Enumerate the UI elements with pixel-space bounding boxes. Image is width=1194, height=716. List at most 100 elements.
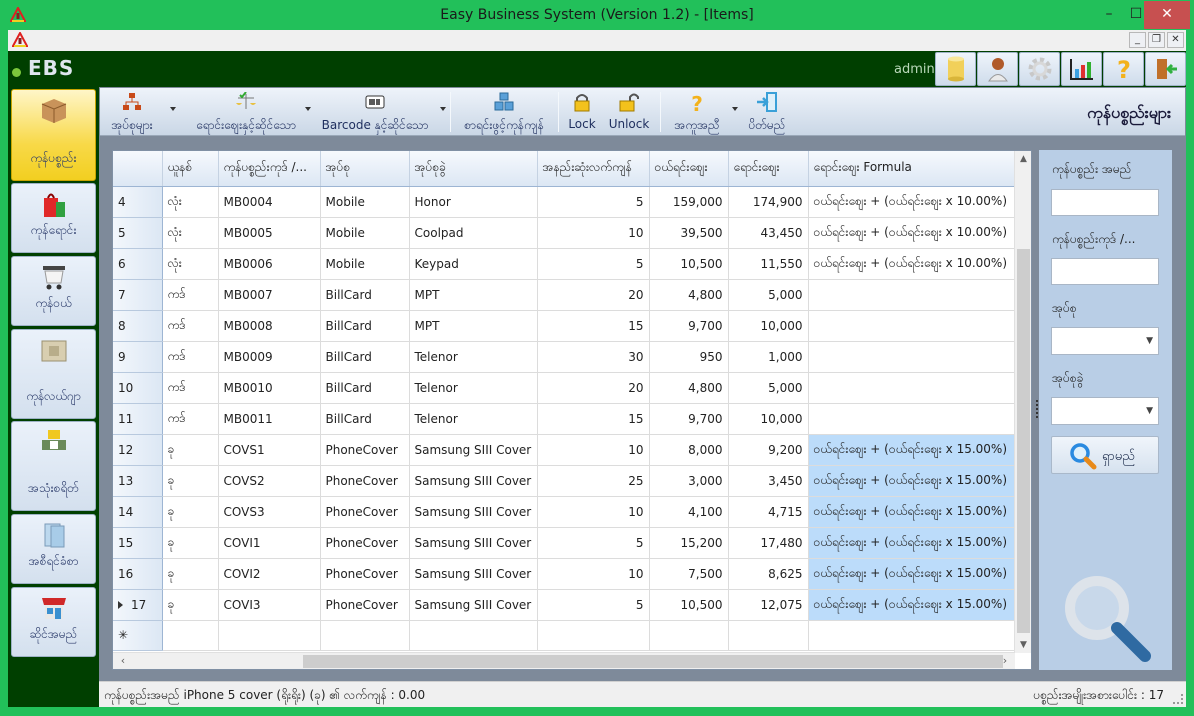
cell-min-stock[interactable]: 10	[537, 496, 650, 528]
cell-group[interactable]: BillCard	[320, 341, 410, 373]
cell-price-formula[interactable]: ဝယ်ရင်းဈေး + (ဝယ်ရင်းဈေး x 15.00%)	[808, 465, 1020, 497]
exit-button[interactable]	[1145, 52, 1186, 86]
table-row[interactable]: 4 လုံး MB0004 Mobile Honor 5 159,000 174,900 ဝယ်…	[113, 186, 1020, 218]
new-row-cell[interactable]	[409, 620, 538, 651]
cell-unit[interactable]: ကဒ်	[162, 279, 219, 311]
cell-sale-price[interactable]: 4,715	[728, 496, 809, 528]
vertical-scroll-thumb[interactable]	[1017, 249, 1030, 633]
cell-subgroup[interactable]: Samsung SIII Cover	[409, 589, 538, 621]
barcode-dropdown-arrow[interactable]	[440, 107, 446, 111]
nav-item-ledger[interactable]: ကုန်လယ်ဂျာ	[11, 329, 96, 419]
scroll-right-arrow[interactable]: ›	[997, 653, 1013, 669]
cell-group[interactable]: PhoneCover	[320, 527, 410, 559]
table-row[interactable]: 6 လုံး MB0006 Mobile Keypad 5 10,500 11,550 ဝယ်ရ…	[113, 248, 1020, 280]
help-dropdown-arrow[interactable]	[732, 107, 738, 111]
cell-min-stock[interactable]: 5	[537, 527, 650, 559]
table-row[interactable]: 16 ခု COVI2 PhoneCover Samsung SIII Cover 10 7…	[113, 558, 1020, 590]
database-button[interactable]	[935, 52, 976, 86]
cell-sale-price[interactable]: 17,480	[728, 527, 809, 559]
new-row-marker[interactable]: ✳	[113, 620, 163, 651]
cell-sale-price[interactable]: 8,625	[728, 558, 809, 590]
cell-cost-price[interactable]: 4,100	[649, 496, 729, 528]
pricing-button[interactable]: ရောင်းဈေးနှင့်ဆိုင်သော	[182, 90, 310, 134]
cell-min-stock[interactable]: 10	[537, 217, 650, 249]
cell-subgroup[interactable]: MPT	[409, 279, 538, 311]
cell-price-formula[interactable]	[808, 310, 1020, 342]
categories-button[interactable]: အုပ်စုများ	[102, 90, 162, 134]
cell-subgroup[interactable]: Telenor	[409, 403, 538, 435]
new-row-cell[interactable]	[162, 620, 219, 651]
resize-grip[interactable]	[1173, 694, 1183, 704]
cell-group[interactable]: Mobile	[320, 217, 410, 249]
categories-dropdown-arrow[interactable]	[170, 107, 176, 111]
cell-min-stock[interactable]: 5	[537, 589, 650, 621]
cell-sale-price[interactable]: 3,450	[728, 465, 809, 497]
cell-sale-price[interactable]: 10,000	[728, 403, 809, 435]
cell-code[interactable]: COVI3	[218, 589, 321, 621]
cell-cost-price[interactable]: 4,800	[649, 279, 729, 311]
cell-code[interactable]: COVI2	[218, 558, 321, 590]
settings-button[interactable]	[1019, 52, 1060, 86]
cell-subgroup[interactable]: Honor	[409, 186, 538, 218]
row-header[interactable]: 7	[113, 279, 163, 311]
row-header[interactable]: 6	[113, 248, 163, 280]
pricing-dropdown-arrow[interactable]	[305, 107, 311, 111]
table-row[interactable]: 15 ခု COVI1 PhoneCover Samsung SIII Cover 5 15…	[113, 527, 1020, 559]
new-row[interactable]: ✳	[113, 620, 1020, 651]
table-row[interactable]: 17 ခု COVI3 PhoneCover Samsung SIII Cover 5 10…	[113, 589, 1020, 621]
cell-subgroup[interactable]: Samsung SIII Cover	[409, 496, 538, 528]
cell-min-stock[interactable]: 15	[537, 403, 650, 435]
row-header[interactable]: 14	[113, 496, 163, 528]
cell-cost-price[interactable]: 3,000	[649, 465, 729, 497]
cell-sale-price[interactable]: 10,000	[728, 310, 809, 342]
cell-price-formula[interactable]	[808, 341, 1020, 373]
cell-code[interactable]: COVS1	[218, 434, 321, 466]
cell-group[interactable]: PhoneCover	[320, 558, 410, 590]
cell-sale-price[interactable]: 12,075	[728, 589, 809, 621]
column-header-price-formula[interactable]: ရောင်းဈေး Formula	[808, 151, 1020, 187]
table-row[interactable]: 5 လုံး MB0005 Mobile Coolpad 10 39,500 43,450 ဝယ…	[113, 217, 1020, 249]
column-header-min-stock[interactable]: အနည်းဆုံးလက်ကျန်	[537, 151, 650, 187]
cell-sale-price[interactable]: 174,900	[728, 186, 809, 218]
cell-sale-price[interactable]: 5,000	[728, 372, 809, 404]
new-row-cell[interactable]	[649, 620, 729, 651]
nav-item-reports[interactable]: အစီရင်ခံစာ	[11, 514, 96, 584]
scroll-up-arrow[interactable]: ▲	[1015, 151, 1031, 167]
table-row[interactable]: 8 ကဒ် MB0008 BillCard MPT 15 9,700 10,000	[113, 310, 1020, 342]
name-search-input[interactable]	[1051, 189, 1159, 216]
cell-price-formula[interactable]: ဝယ်ရင်းဈေး + (ဝယ်ရင်းဈေး x 15.00%)	[808, 589, 1020, 621]
cell-price-formula[interactable]	[808, 403, 1020, 435]
scroll-left-arrow[interactable]: ‹	[115, 653, 131, 669]
table-row[interactable]: 10 ကဒ် MB0010 BillCard Telenor 20 4,800 5,000	[113, 372, 1020, 404]
lock-button[interactable]: Lock	[562, 90, 602, 134]
cell-group[interactable]: PhoneCover	[320, 589, 410, 621]
cell-subgroup[interactable]: Keypad	[409, 248, 538, 280]
barcode-button[interactable]: Barcode နှင့်ဆိုင်သော	[316, 90, 434, 134]
cell-code[interactable]: COVS3	[218, 496, 321, 528]
cell-min-stock[interactable]: 5	[537, 248, 650, 280]
cell-price-formula[interactable]: ဝယ်ရင်းဈေး + (ဝယ်ရင်းဈေး x 15.00%)	[808, 527, 1020, 559]
cell-price-formula[interactable]	[808, 372, 1020, 404]
cell-min-stock[interactable]: 10	[537, 558, 650, 590]
mdi-close-button[interactable]: ✕	[1167, 32, 1184, 48]
cell-unit[interactable]: ခု	[162, 527, 219, 559]
row-header[interactable]: 4	[113, 186, 163, 218]
cell-unit[interactable]: ခု	[162, 496, 219, 528]
window-close-button[interactable]: ✕	[1144, 1, 1190, 29]
cell-group[interactable]: BillCard	[320, 372, 410, 404]
cell-sale-price[interactable]: 9,200	[728, 434, 809, 466]
cell-group[interactable]: PhoneCover	[320, 434, 410, 466]
cell-group[interactable]: PhoneCover	[320, 465, 410, 497]
panel-splitter-handle[interactable]	[1036, 400, 1038, 418]
horizontal-scroll-thumb[interactable]	[303, 655, 1003, 668]
help-menu-button[interactable]: ? အကူအညီ	[664, 90, 730, 134]
cell-subgroup[interactable]: Telenor	[409, 341, 538, 373]
code-search-input[interactable]	[1051, 258, 1159, 285]
cell-code[interactable]: MB0010	[218, 372, 321, 404]
cell-unit[interactable]: ကဒ်	[162, 403, 219, 435]
cell-unit[interactable]: လုံး	[162, 217, 219, 249]
cell-min-stock[interactable]: 20	[537, 279, 650, 311]
nav-item-purchase[interactable]: ကုန်ဝယ်	[11, 256, 96, 326]
cell-unit[interactable]: ခု	[162, 465, 219, 497]
cell-subgroup[interactable]: Samsung SIII Cover	[409, 527, 538, 559]
